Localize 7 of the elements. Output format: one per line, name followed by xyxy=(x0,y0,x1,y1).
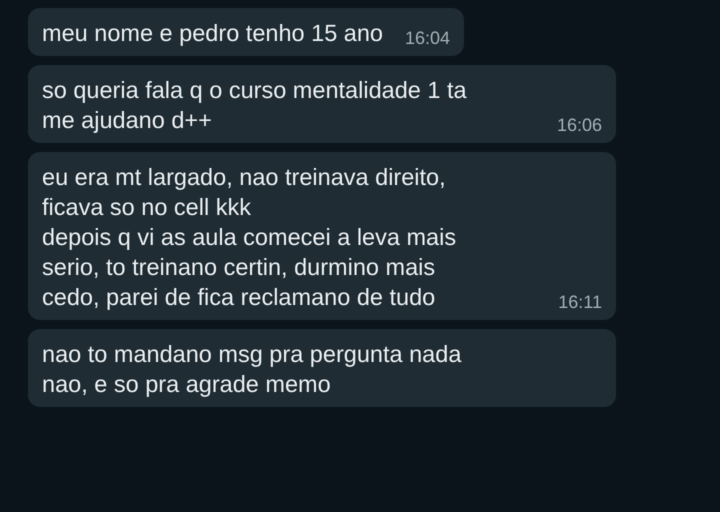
message-text: meu nome e pedro tenho 15 ano xyxy=(42,19,384,48)
message-time: 16:11 xyxy=(557,292,602,312)
message-text: nao to mandano msg pra pergunta nada nao, e so pra agrade memo xyxy=(42,340,462,399)
message-text: eu era mt largado, nao treinava direito, ficava so no cell kkk depois q vi as aula comecei a leva mais serio, to treinano certin, durmino mais cedo, parei de fica reclamano de tudo xyxy=(42,163,456,312)
message-text: so queria fala q o curso mentalidade 1 ta me ajudano d++ xyxy=(42,76,467,135)
message-time: 16:04 xyxy=(404,28,450,48)
message-time: 16:06 xyxy=(556,115,602,135)
